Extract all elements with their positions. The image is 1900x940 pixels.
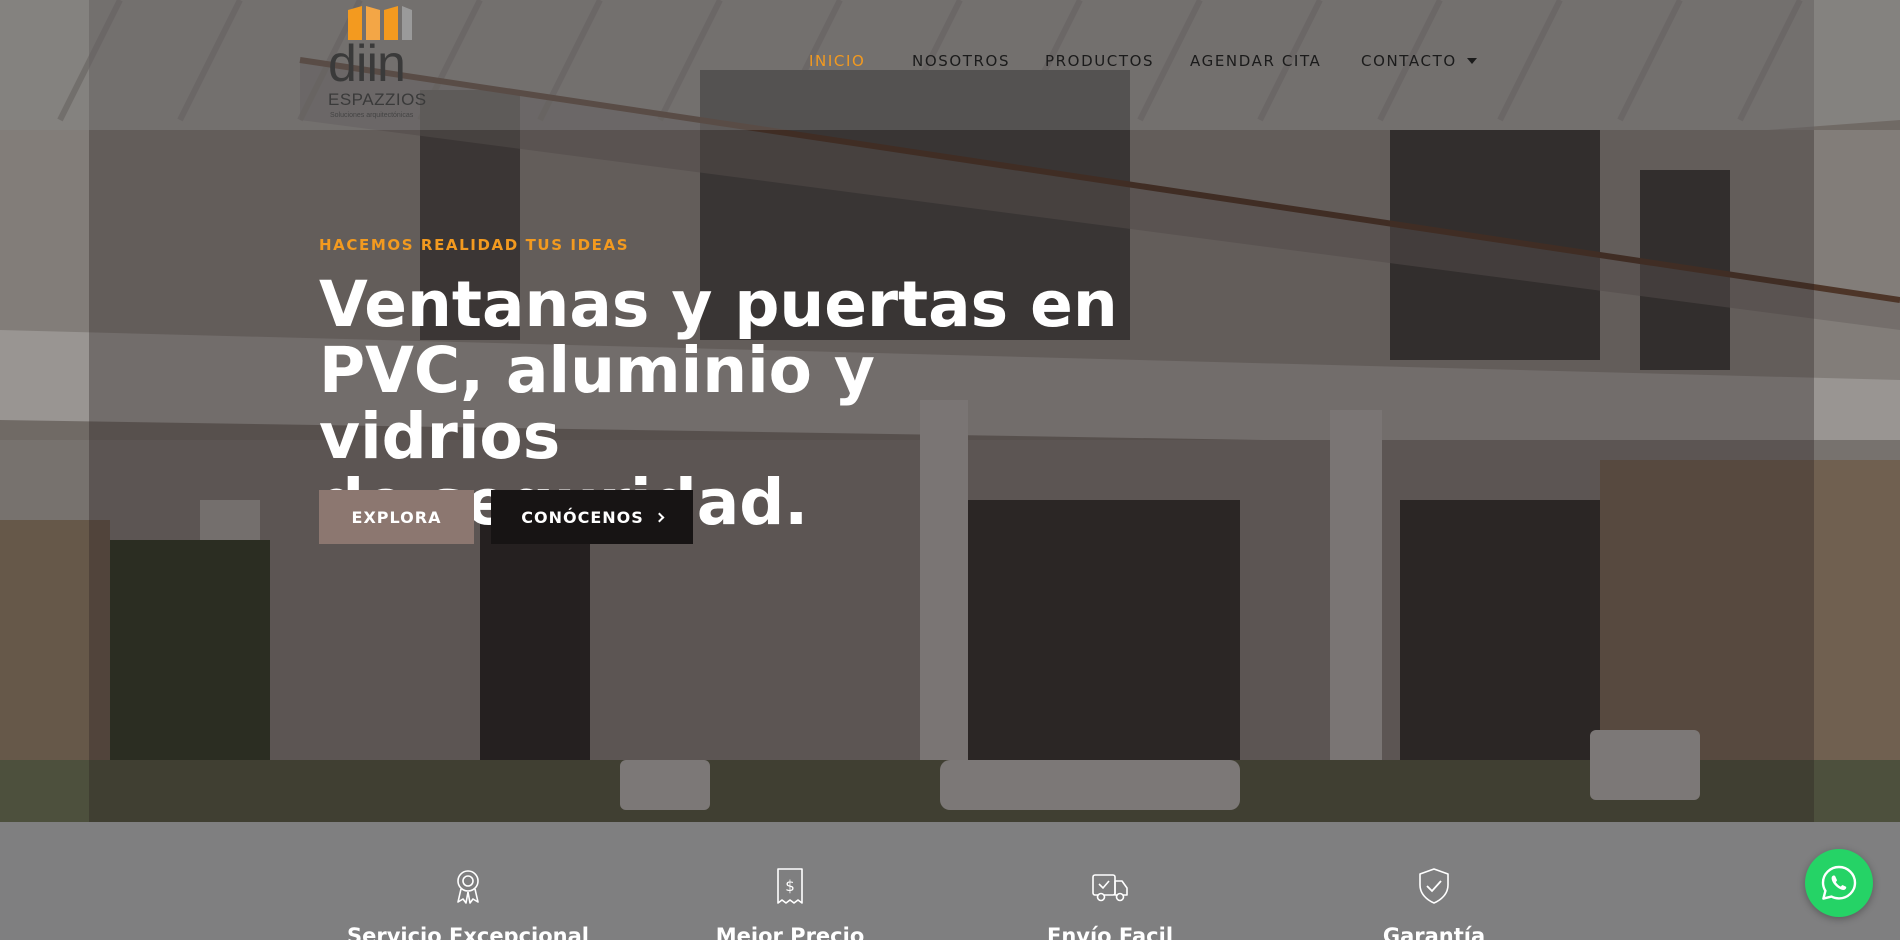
feature-garantia: Garantía [1304,822,1564,940]
award-ribbon-icon [457,870,479,904]
conocenos-button[interactable]: CONÓCENOS [491,490,693,544]
feature-servicio-excepcional: Servicio Excepcional [338,822,598,940]
nav-item-nosotros[interactable]: NOSOTROS [912,52,1010,70]
chevron-right-icon [654,512,665,522]
whatsapp-icon [1821,865,1857,900]
nav-item-inicio[interactable]: INICIO [809,52,865,70]
logo-subname: ESPAZZIOS [328,90,427,109]
hero-headline-line-2: PVC, aluminio y vidrios [319,334,875,473]
hero-overlay-right [1814,0,1900,822]
nav-item-agendar-cita[interactable]: AGENDAR CITA [1190,52,1321,70]
explora-button[interactable]: EXPLORA [319,490,474,544]
hero-overlay-left [0,0,89,822]
explora-button-label: EXPLORA [351,507,442,527]
features-strip: Servicio Excepcional $ Mejor Precio Enví… [0,822,1900,940]
svg-text:$: $ [785,877,795,895]
feature-title: Mejor Precio [715,924,865,940]
price-tag-dollar-icon: $ [777,868,803,904]
site-header: diin ESPAZZIOS Soluciones arquitectónica… [89,0,1814,130]
site-logo[interactable]: diin ESPAZZIOS Soluciones arquitectónica… [328,2,448,126]
shield-check-icon [1419,868,1449,904]
delivery-truck-icon [1092,874,1128,902]
feature-mejor-precio: $ Mejor Precio [660,822,920,940]
logo-name: diin [328,35,406,93]
nav-item-contacto-label: CONTACTO [1361,52,1457,70]
caret-down-icon [1466,58,1477,64]
conocenos-button-label: CONÓCENOS [521,507,644,527]
whatsapp-button[interactable] [1805,849,1873,917]
logo-tagline: Soluciones arquitectónicas [330,112,414,119]
hero-eyebrow: HACEMOS REALIDAD TUS IDEAS [319,236,630,254]
feature-envio-facil: Envío Facil [980,822,1240,940]
feature-title: Garantía [1382,924,1486,940]
nav-item-productos[interactable]: PRODUCTOS [1045,52,1154,70]
nav-item-contacto[interactable]: CONTACTO [1361,52,1477,70]
hero-headline-line-1: Ventanas y puertas en [319,268,1118,341]
feature-title: Servicio Excepcional [346,924,589,940]
feature-title: Envío Facil [1046,924,1174,940]
